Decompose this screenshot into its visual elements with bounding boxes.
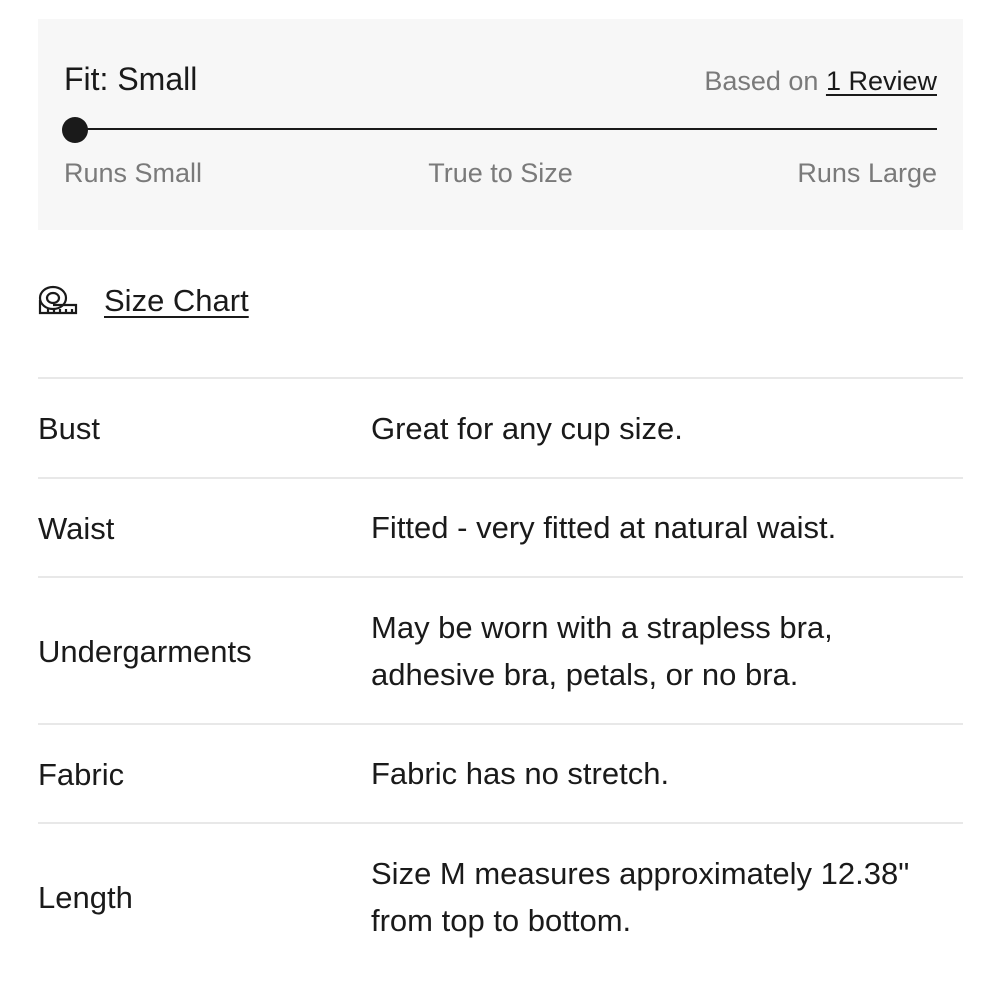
- detail-row-undergarments: Undergarments May be worn with a straples…: [38, 576, 963, 723]
- based-on-text: Based on: [704, 66, 826, 96]
- reviews-summary: Based on 1 Review: [704, 66, 937, 97]
- detail-value: Fitted - very fitted at natural waist.: [371, 510, 837, 545]
- detail-label: Undergarments: [38, 633, 252, 669]
- detail-row-length: Length Size M measures approximately 12.3…: [38, 822, 963, 969]
- size-chart-label: Size Chart: [104, 283, 249, 318]
- measuring-tape-icon: [38, 285, 78, 315]
- detail-label: Waist: [38, 510, 115, 546]
- detail-label: Fabric: [38, 756, 125, 792]
- detail-value: Size M measures approximately 12.38" fro…: [371, 855, 910, 938]
- fit-rating-panel: Fit: Small Based on 1 Review Runs Small …: [38, 19, 963, 230]
- detail-row-fabric: Fabric Fabric has no stretch.: [38, 723, 963, 822]
- fit-slider-track: [75, 128, 937, 130]
- detail-value: Fabric has no stretch.: [371, 756, 670, 791]
- detail-row-waist: Waist Fitted - very fitted at natural wai…: [38, 477, 963, 576]
- size-chart-link[interactable]: Size Chart: [38, 283, 249, 319]
- fit-title: Fit: Small: [64, 61, 198, 97]
- detail-label: Length: [38, 879, 133, 915]
- detail-label: Bust: [38, 411, 101, 446]
- detail-value: May be worn with a strapless bra, adhesi…: [371, 609, 833, 692]
- fit-slider-marker: [62, 117, 88, 143]
- scale-label-runs-large: Runs Large: [797, 158, 937, 188]
- review-count-link[interactable]: 1 Review: [826, 66, 937, 96]
- detail-row-bust: Bust Great for any cup size.: [38, 377, 963, 477]
- detail-value: Great for any cup size.: [371, 410, 683, 446]
- fit-details-table: Bust Great for any cup size. Waist Fitted -…: [38, 377, 963, 969]
